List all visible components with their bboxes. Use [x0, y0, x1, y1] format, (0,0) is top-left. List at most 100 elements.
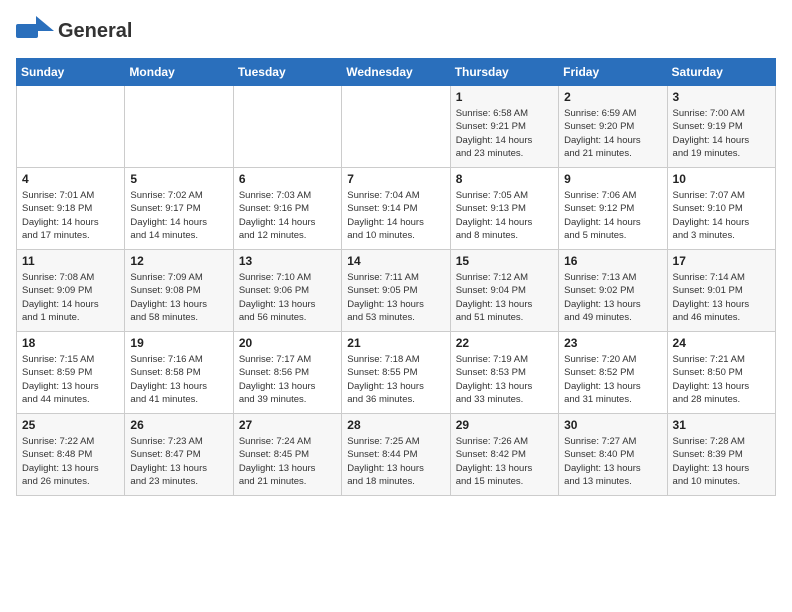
day-number: 28: [347, 418, 444, 432]
day-number: 6: [239, 172, 336, 186]
day-number: 8: [456, 172, 553, 186]
calendar-cell: 25Sunrise: 7:22 AMSunset: 8:48 PMDayligh…: [17, 414, 125, 496]
calendar-table: SundayMondayTuesdayWednesdayThursdayFrid…: [16, 58, 776, 496]
calendar-cell: 24 Sunrise: 7:21 AMSunset: 8:50 PMDayligh…: [667, 332, 775, 414]
calendar-cell: 31Sunrise: 7:28 AMSunset: 8:39 PMDayligh…: [667, 414, 775, 496]
day-detail: Sunrise: 7:04 AMSunset: 9:14 PMDaylight:…: [347, 189, 444, 242]
day-number: 20: [239, 336, 336, 350]
calendar-cell: 18 Sunrise: 7:15 AMSunset: 8:59 PMDayligh…: [17, 332, 125, 414]
calendar-cell: 17 Sunrise: 7:14 AMSunset: 9:01 PMDayligh…: [667, 250, 775, 332]
calendar-cell: 15Sunrise: 7:12 AMSunset: 9:04 PMDayligh…: [450, 250, 558, 332]
day-detail: Sunrise: 7:05 AMSunset: 9:13 PMDaylight:…: [456, 189, 553, 242]
day-detail: Sunrise: 7:28 AMSunset: 8:39 PMDaylight:…: [673, 435, 770, 488]
calendar-week-row: 11 Sunrise: 7:08 AMSunset: 9:09 PMDayligh…: [17, 250, 776, 332]
day-number: 18: [22, 336, 119, 350]
day-detail: Sunrise: 7:18 AMSunset: 8:55 PMDaylight:…: [347, 353, 444, 406]
calendar-cell: 26Sunrise: 7:23 AMSunset: 8:47 PMDayligh…: [125, 414, 233, 496]
calendar-body: 1 Sunrise: 6:58 AMSunset: 9:21 PMDaylight…: [17, 86, 776, 496]
day-detail: Sunrise: 7:24 AMSunset: 8:45 PMDaylight:…: [239, 435, 336, 488]
weekday-header: Saturday: [667, 59, 775, 86]
calendar-cell: 14 Sunrise: 7:11 AMSunset: 9:05 PMDayligh…: [342, 250, 450, 332]
day-number: 17: [673, 254, 770, 268]
calendar-cell: 16 Sunrise: 7:13 AMSunset: 9:02 PMDayligh…: [559, 250, 667, 332]
day-number: 10: [673, 172, 770, 186]
calendar-week-row: 4Sunrise: 7:01 AMSunset: 9:18 PMDaylight…: [17, 168, 776, 250]
day-detail: Sunrise: 7:03 AMSunset: 9:16 PMDaylight:…: [239, 189, 336, 242]
calendar-cell: 7 Sunrise: 7:04 AMSunset: 9:14 PMDaylight…: [342, 168, 450, 250]
day-detail: Sunrise: 7:25 AMSunset: 8:44 PMDaylight:…: [347, 435, 444, 488]
calendar-cell: 5 Sunrise: 7:02 AMSunset: 9:17 PMDaylight…: [125, 168, 233, 250]
day-detail: Sunrise: 7:12 AMSunset: 9:04 PMDaylight:…: [456, 271, 553, 324]
day-number: 23: [564, 336, 661, 350]
day-detail: Sunrise: 7:13 AMSunset: 9:02 PMDaylight:…: [564, 271, 661, 324]
weekday-header: Friday: [559, 59, 667, 86]
calendar-cell: [342, 86, 450, 168]
day-detail: Sunrise: 7:22 AMSunset: 8:48 PMDaylight:…: [22, 435, 119, 488]
day-detail: Sunrise: 7:20 AMSunset: 8:52 PMDaylight:…: [564, 353, 661, 406]
calendar-cell: 27Sunrise: 7:24 AMSunset: 8:45 PMDayligh…: [233, 414, 341, 496]
calendar-cell: 8 Sunrise: 7:05 AMSunset: 9:13 PMDaylight…: [450, 168, 558, 250]
day-number: 12: [130, 254, 227, 268]
day-number: 13: [239, 254, 336, 268]
day-detail: Sunrise: 7:23 AMSunset: 8:47 PMDaylight:…: [130, 435, 227, 488]
day-detail: Sunrise: 7:11 AMSunset: 9:05 PMDaylight:…: [347, 271, 444, 324]
day-number: 21: [347, 336, 444, 350]
day-number: 24: [673, 336, 770, 350]
day-detail: Sunrise: 7:09 AMSunset: 9:08 PMDaylight:…: [130, 271, 227, 324]
day-number: 30: [564, 418, 661, 432]
day-detail: Sunrise: 7:17 AMSunset: 8:56 PMDaylight:…: [239, 353, 336, 406]
day-detail: Sunrise: 7:19 AMSunset: 8:53 PMDaylight:…: [456, 353, 553, 406]
day-detail: Sunrise: 7:00 AMSunset: 9:19 PMDaylight:…: [673, 107, 770, 160]
calendar-week-row: 25Sunrise: 7:22 AMSunset: 8:48 PMDayligh…: [17, 414, 776, 496]
weekday-header: Wednesday: [342, 59, 450, 86]
calendar-cell: 2 Sunrise: 6:59 AMSunset: 9:20 PMDaylight…: [559, 86, 667, 168]
day-number: 29: [456, 418, 553, 432]
day-number: 14: [347, 254, 444, 268]
calendar-cell: 19 Sunrise: 7:16 AMSunset: 8:58 PMDayligh…: [125, 332, 233, 414]
day-detail: Sunrise: 7:02 AMSunset: 9:17 PMDaylight:…: [130, 189, 227, 242]
day-number: 3: [673, 90, 770, 104]
day-number: 5: [130, 172, 227, 186]
day-detail: Sunrise: 7:08 AMSunset: 9:09 PMDaylight:…: [22, 271, 119, 324]
calendar-cell: [17, 86, 125, 168]
weekday-header: Thursday: [450, 59, 558, 86]
weekday-header: Tuesday: [233, 59, 341, 86]
calendar-cell: 3 Sunrise: 7:00 AMSunset: 9:19 PMDaylight…: [667, 86, 775, 168]
day-detail: Sunrise: 7:15 AMSunset: 8:59 PMDaylight:…: [22, 353, 119, 406]
weekday-header: Monday: [125, 59, 233, 86]
day-detail: Sunrise: 7:26 AMSunset: 8:42 PMDaylight:…: [456, 435, 553, 488]
calendar-cell: 13 Sunrise: 7:10 AMSunset: 9:06 PMDayligh…: [233, 250, 341, 332]
calendar-week-row: 1 Sunrise: 6:58 AMSunset: 9:21 PMDaylight…: [17, 86, 776, 168]
calendar-cell: 9Sunrise: 7:06 AMSunset: 9:12 PMDaylight…: [559, 168, 667, 250]
weekday-header: Sunday: [17, 59, 125, 86]
day-detail: Sunrise: 7:21 AMSunset: 8:50 PMDaylight:…: [673, 353, 770, 406]
day-number: 1: [456, 90, 553, 104]
calendar-cell: 12 Sunrise: 7:09 AMSunset: 9:08 PMDayligh…: [125, 250, 233, 332]
day-number: 7: [347, 172, 444, 186]
day-detail: Sunrise: 7:10 AMSunset: 9:06 PMDaylight:…: [239, 271, 336, 324]
day-detail: Sunrise: 7:06 AMSunset: 9:12 PMDaylight:…: [564, 189, 661, 242]
day-detail: Sunrise: 6:59 AMSunset: 9:20 PMDaylight:…: [564, 107, 661, 160]
calendar-cell: 28 Sunrise: 7:25 AMSunset: 8:44 PMDayligh…: [342, 414, 450, 496]
day-detail: Sunrise: 6:58 AMSunset: 9:21 PMDaylight:…: [456, 107, 553, 160]
calendar-cell: 29 Sunrise: 7:26 AMSunset: 8:42 PMDayligh…: [450, 414, 558, 496]
day-detail: Sunrise: 7:14 AMSunset: 9:01 PMDaylight:…: [673, 271, 770, 324]
logo-icon: [16, 16, 54, 46]
day-number: 19: [130, 336, 227, 350]
page-header: General: [16, 16, 776, 46]
calendar-cell: 1 Sunrise: 6:58 AMSunset: 9:21 PMDaylight…: [450, 86, 558, 168]
calendar-cell: 4Sunrise: 7:01 AMSunset: 9:18 PMDaylight…: [17, 168, 125, 250]
logo: General: [16, 16, 132, 46]
calendar-week-row: 18 Sunrise: 7:15 AMSunset: 8:59 PMDayligh…: [17, 332, 776, 414]
logo-line1: General: [58, 21, 132, 42]
day-detail: Sunrise: 7:16 AMSunset: 8:58 PMDaylight:…: [130, 353, 227, 406]
day-detail: Sunrise: 7:07 AMSunset: 9:10 PMDaylight:…: [673, 189, 770, 242]
day-number: 4: [22, 172, 119, 186]
day-number: 11: [22, 254, 119, 268]
calendar-cell: 30Sunrise: 7:27 AMSunset: 8:40 PMDayligh…: [559, 414, 667, 496]
day-number: 16: [564, 254, 661, 268]
calendar-cell: [125, 86, 233, 168]
calendar-header-row: SundayMondayTuesdayWednesdayThursdayFrid…: [17, 59, 776, 86]
day-number: 2: [564, 90, 661, 104]
calendar-cell: 21 Sunrise: 7:18 AMSunset: 8:55 PMDayligh…: [342, 332, 450, 414]
